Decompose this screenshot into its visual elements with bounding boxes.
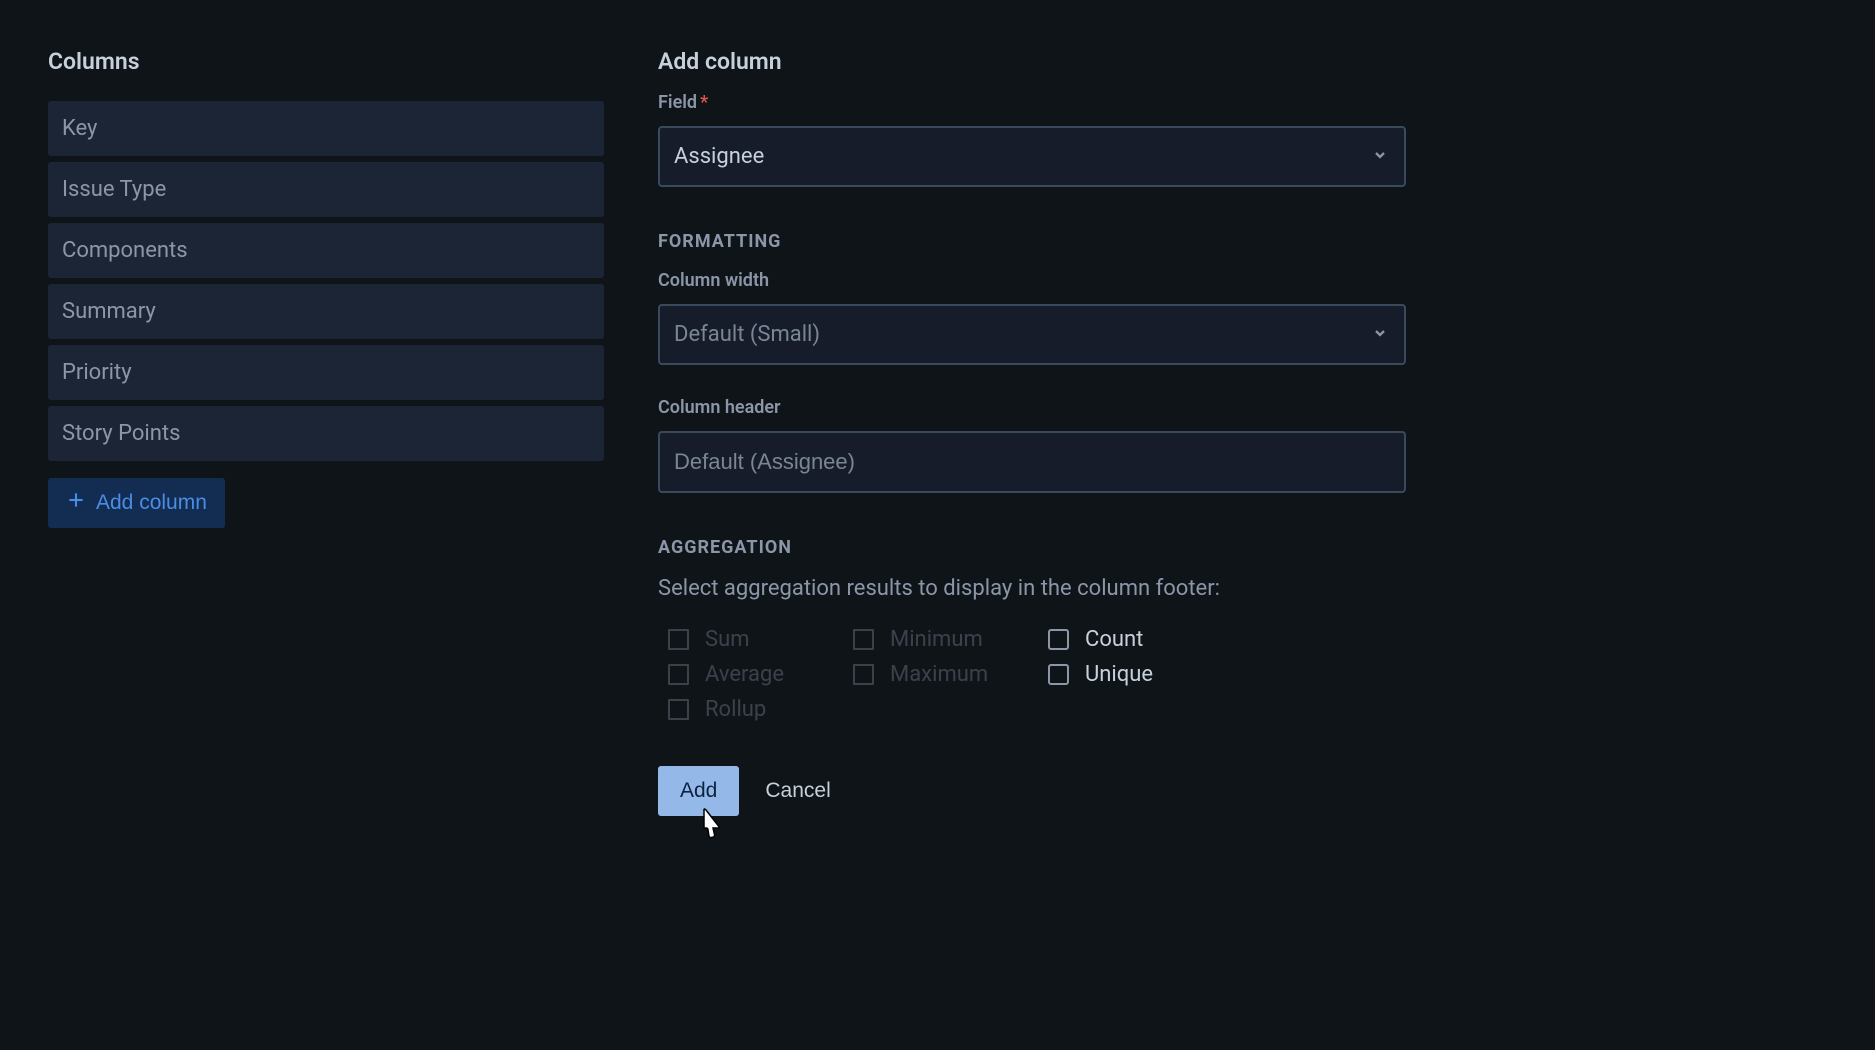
- add-column-form: Add column Field* Assignee FORMATTING Co…: [658, 48, 1406, 1050]
- column-width-label: Column width: [658, 270, 1406, 291]
- formatting-title: FORMATTING: [658, 231, 1406, 252]
- add-column-label: Add column: [96, 491, 207, 515]
- button-row: Add Cancel: [658, 766, 1406, 816]
- column-item[interactable]: Issue Type: [48, 162, 604, 217]
- checkbox-icon: [1048, 629, 1069, 650]
- plus-icon: [66, 490, 86, 516]
- required-marker: *: [700, 92, 708, 113]
- column-item[interactable]: Story Points: [48, 406, 604, 461]
- columns-panel: Columns Key Issue Type Components Summar…: [48, 48, 604, 1050]
- checkbox-label: Count: [1085, 627, 1143, 652]
- checkbox-icon: [668, 699, 689, 720]
- column-width-select[interactable]: Default (Small): [658, 304, 1406, 365]
- checkbox-label: Minimum: [890, 627, 983, 652]
- cursor-icon: [694, 806, 722, 846]
- add-button[interactable]: Add: [658, 766, 739, 816]
- panel-title: Add column: [658, 48, 1406, 75]
- aggregation-description: Select aggregation results to display in…: [658, 576, 1406, 601]
- checkbox-icon: [1048, 664, 1069, 685]
- checkbox-icon: [668, 664, 689, 685]
- column-header-input[interactable]: [658, 431, 1406, 493]
- aggregation-title: AGGREGATION: [658, 537, 1406, 558]
- columns-title: Columns: [48, 48, 604, 75]
- checkbox-minimum: Minimum: [853, 627, 1038, 652]
- checkbox-icon: [853, 629, 874, 650]
- checkbox-rollup: Rollup: [668, 697, 843, 722]
- checkbox-maximum: Maximum: [853, 662, 1038, 687]
- checkbox-count[interactable]: Count: [1048, 627, 1223, 652]
- add-column-button[interactable]: Add column: [48, 478, 225, 528]
- column-item[interactable]: Key: [48, 101, 604, 156]
- cancel-button[interactable]: Cancel: [765, 779, 830, 803]
- checkbox-label: Average: [705, 662, 784, 687]
- column-item[interactable]: Summary: [48, 284, 604, 339]
- checkbox-label: Unique: [1085, 662, 1153, 687]
- checkbox-label: Sum: [705, 627, 749, 652]
- checkbox-icon: [853, 664, 874, 685]
- field-select[interactable]: Assignee: [658, 126, 1406, 187]
- field-label: Field*: [658, 92, 1406, 113]
- column-header-label: Column header: [658, 397, 1406, 418]
- checkbox-unique[interactable]: Unique: [1048, 662, 1223, 687]
- checkbox-label: Maximum: [890, 662, 988, 687]
- checkbox-label: Rollup: [705, 697, 766, 722]
- column-item[interactable]: Priority: [48, 345, 604, 400]
- column-item[interactable]: Components: [48, 223, 604, 278]
- checkbox-sum: Sum: [668, 627, 843, 652]
- checkbox-average: Average: [668, 662, 843, 687]
- aggregation-options: Sum Average Rollup Minimum Maximum: [668, 627, 1406, 722]
- checkbox-icon: [668, 629, 689, 650]
